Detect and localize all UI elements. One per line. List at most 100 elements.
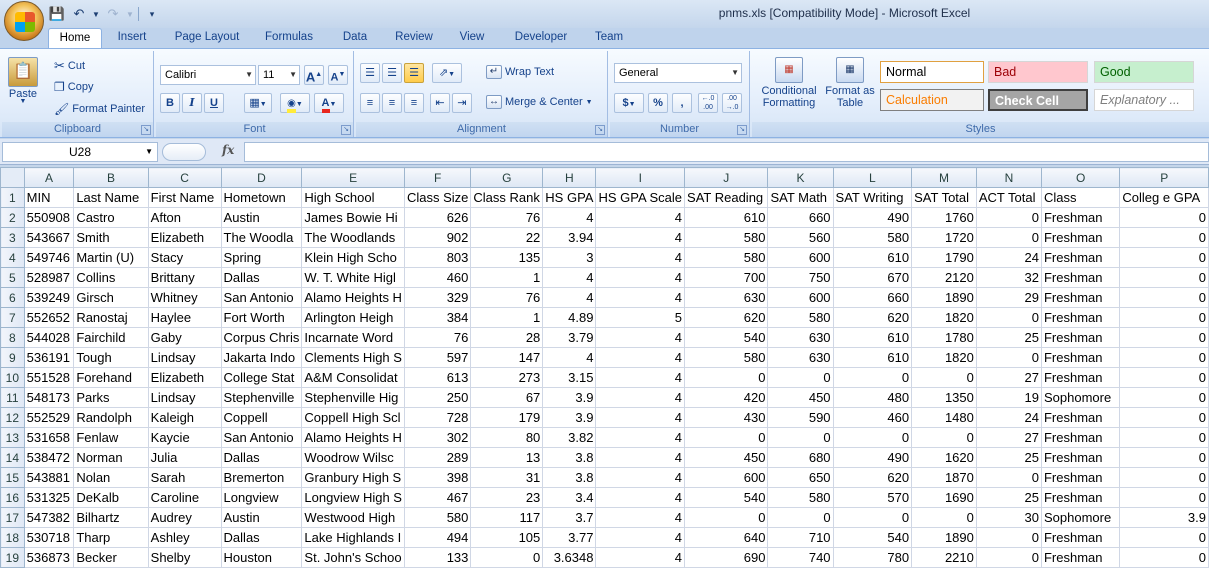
cell[interactable]: Stephenville [220,387,303,408]
cell[interactable]: 179 [470,407,544,428]
cell[interactable]: 135 [470,247,544,268]
cell[interactable]: 1690 [911,487,977,508]
cell[interactable]: 4 [595,547,686,568]
grow-font-button[interactable]: A▲ [304,65,324,85]
tab-insert[interactable]: Insert [108,28,156,48]
cell[interactable]: 4 [595,447,686,468]
cell[interactable]: 1820 [911,347,977,368]
cell[interactable]: Caroline [147,487,222,508]
cell[interactable]: Freshman [1040,267,1121,288]
cell[interactable]: Alamo Heights H [301,427,405,448]
cell[interactable]: Forehand [73,367,149,388]
row-header[interactable]: 15 [0,467,25,488]
cell[interactable]: Freshman [1040,427,1121,448]
cell[interactable]: Martin (U) [73,247,149,268]
cell[interactable]: 460 [832,407,913,428]
cell[interactable]: 3.8 [542,467,597,488]
cell-style-good[interactable]: Good [1094,61,1194,83]
cell[interactable]: 0 [767,427,834,448]
font-launcher-icon[interactable]: ↘ [341,125,351,135]
cell[interactable]: Freshman [1040,227,1121,248]
cell[interactable]: 67 [470,387,544,408]
cell[interactable]: 0 [1119,247,1209,268]
cell[interactable]: Gaby [147,327,222,348]
cell[interactable]: SAT Reading [684,187,769,208]
alignment-launcher-icon[interactable]: ↘ [595,125,605,135]
cell[interactable]: 24 [975,407,1042,428]
row-header[interactable]: 5 [0,267,25,288]
cell[interactable]: 4 [595,467,686,488]
cell[interactable]: 13 [470,447,544,468]
cell[interactable]: Freshman [1040,487,1121,508]
cell[interactable]: 0 [911,507,977,528]
format-as-table-button[interactable]: ▦ Format as Table [824,57,876,109]
cut-button[interactable]: ✂ Cut [54,58,85,74]
cell[interactable]: 1890 [911,287,977,308]
formula-input[interactable] [244,142,1209,162]
cell[interactable]: 539249 [23,287,75,308]
cell[interactable]: 548173 [23,387,75,408]
increase-indent-button[interactable]: ⇥ [452,93,472,113]
underline-button[interactable]: U [204,93,224,113]
row-header[interactable]: 8 [0,327,25,348]
cell[interactable]: Smith [73,227,149,248]
cell[interactable]: 630 [767,347,834,368]
cell[interactable]: Colleg e GPA [1119,187,1209,208]
cell[interactable]: 25 [975,447,1042,468]
cell[interactable]: 450 [684,447,769,468]
cell[interactable]: 610 [832,247,913,268]
shrink-font-button[interactable]: A▼ [328,65,348,85]
cell[interactable]: 24 [975,247,1042,268]
cell[interactable]: 273 [470,367,544,388]
cell[interactable]: 540 [684,327,769,348]
tab-team[interactable]: Team [588,28,630,48]
cell[interactable]: 398 [403,467,472,488]
cell[interactable]: MIN [23,187,75,208]
cell[interactable]: 600 [767,247,834,268]
cell[interactable]: 551528 [23,367,75,388]
currency-button[interactable]: $▼ [614,93,644,113]
cell[interactable]: 480 [832,387,913,408]
cell[interactable]: Coppell [220,407,303,428]
cell[interactable]: 538472 [23,447,75,468]
cell[interactable]: 0 [470,547,544,568]
cell[interactable]: 4 [595,367,686,388]
cell-style-normal[interactable]: Normal [880,61,984,83]
cell[interactable]: 1790 [911,247,977,268]
cell[interactable]: DeKalb [73,487,149,508]
cell[interactable]: 680 [767,447,834,468]
font-color-button[interactable]: A▼ [314,93,344,113]
cell[interactable]: 3.9 [1119,507,1209,528]
cell[interactable]: 0 [1119,347,1209,368]
wrap-text-button[interactable]: ↵ Wrap Text [486,65,554,79]
cell[interactable]: The Woodla [220,227,303,248]
cell[interactable]: SAT Writing [832,187,913,208]
cell[interactable]: 28 [470,327,544,348]
cell[interactable]: Freshman [1040,287,1121,308]
cell[interactable]: Class [1040,187,1121,208]
column-header-g[interactable]: G [470,167,544,188]
cell[interactable]: 0 [1119,227,1209,248]
cell[interactable]: 2210 [911,547,977,568]
cell[interactable]: San Antonio [220,287,303,308]
cell[interactable]: 0 [1119,387,1209,408]
column-header-m[interactable]: M [911,167,977,188]
cell[interactable]: Castro [73,207,149,228]
cell[interactable]: Austin [220,207,303,228]
cell[interactable]: Freshman [1040,247,1121,268]
row-header[interactable]: 6 [0,287,25,308]
cell[interactable]: 1890 [911,527,977,548]
cell[interactable]: Elizabeth [147,367,222,388]
cell[interactable]: 547382 [23,507,75,528]
cell[interactable]: 803 [403,247,472,268]
cell[interactable]: 0 [1119,487,1209,508]
column-header-o[interactable]: O [1040,167,1121,188]
cell[interactable]: 580 [767,487,834,508]
cell[interactable]: 600 [767,287,834,308]
cell[interactable]: 1620 [911,447,977,468]
cell[interactable]: 560 [767,227,834,248]
cell[interactable]: 4.89 [542,307,597,328]
cell[interactable]: 3 [542,247,597,268]
cell[interactable]: 620 [832,467,913,488]
cell[interactable]: 4 [595,527,686,548]
